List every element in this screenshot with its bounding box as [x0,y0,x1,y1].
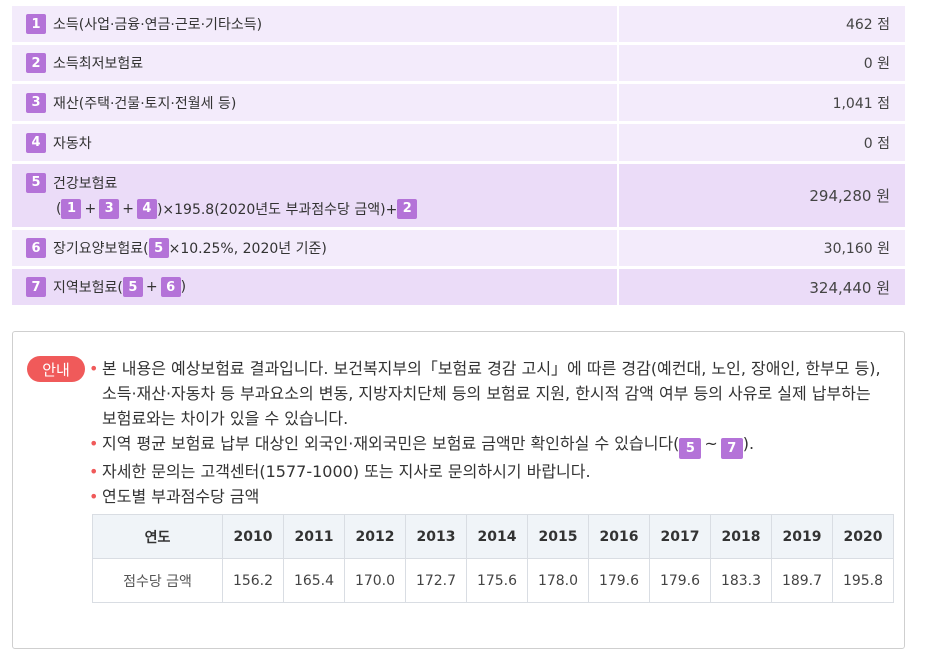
notice-item: • 본 내용은 예상보험료 결과입니다. 보건복지부의「보험료 경감 고시」에 … [89,359,881,428]
number-badge: 4 [136,198,157,219]
number-badge: 1 [61,198,82,219]
health-insurance-formula: ( 1 + 3 + 4 )×195.8(2020년도 부과점수당 금액)+ 2 [26,198,418,219]
row-health-insurance: 5 건강보험료 ( 1 + 3 + 4 )×195.8(2020년도 부과점수당… [12,164,905,230]
row-minimum-premium: 2 소득최저보험료 0 원 [12,45,905,84]
rate-row-label: 점수당 금액 [92,558,223,603]
number-badge: 5 [679,438,702,459]
number-badge: 1 [26,14,46,34]
number-badge: 3 [99,198,120,219]
year-cell: 2013 [405,514,467,559]
regional-premium-value: 324,440 원 [809,278,890,297]
number-badge: 2 [26,53,46,73]
number-badge: 7 [26,277,46,297]
year-cell: 2010 [222,514,284,559]
rate-cell: 189.7 [771,558,833,603]
notice-item: • 지역 평균 보험료 납부 대상인 외국인·재외국민은 보험료 금액만 확인하… [89,431,889,459]
number-badge: 2 [397,198,418,219]
notice-item: • 연도별 부과점수당 금액 [89,487,260,506]
row-label: 1 소득(사업·금융·연금·근로·기타소득) [12,6,619,42]
number-badge: 5 [148,238,169,258]
rate-cell: 165.4 [283,558,345,603]
rate-cell: 175.6 [466,558,528,603]
year-cell: 2018 [710,514,772,559]
long-term-care-label: 장기요양보험료( [53,241,149,257]
notice-item: • 자세한 문의는 고객센터(1577-1000) 또는 지사로 문의하시기 바… [89,462,591,481]
rate-cell: 172.7 [405,558,467,603]
year-cell: 2020 [832,514,894,559]
income-value: 462 점 [845,17,890,33]
rate-cell: 179.6 [588,558,650,603]
number-badge: 4 [26,132,46,153]
minimum-premium-label: 소득최저보험료 [53,56,144,72]
property-label: 재산(주택·건물·토지·전월세 등) [53,95,237,112]
rate-cell: 178.0 [527,558,589,603]
notice-list: • 본 내용은 예상보험료 결과입니다. 보건복지부의「보험료 경감 고시」에 … [89,356,889,509]
premium-calculation-table: 1 소득(사업·금융·연금·근로·기타소득) 462 점 2 소득최저보험료 0… [12,6,905,308]
year-cell: 2012 [344,514,406,559]
rate-cell: 179.6 [649,558,711,603]
year-header-row: 연도 2010 2011 2012 2013 2014 2015 2016 20… [92,514,894,559]
number-badge: 5 [122,277,143,297]
notice-box: 안내 • 본 내용은 예상보험료 결과입니다. 보건복지부의「보험료 경감 고시… [12,331,905,649]
row-income: 1 소득(사업·금융·연금·근로·기타소득) 462 점 [12,6,905,45]
number-badge: 5 [26,172,46,193]
year-header-label: 연도 [92,514,223,559]
notice-badge: 안내 [27,356,85,382]
number-badge: 3 [26,92,46,113]
health-insurance-label: 건강보험료 [53,175,118,192]
long-term-care-value: 30,160 원 [823,241,890,257]
row-regional-premium: 7 지역보험료( 5 + 6 ) 324,440 원 [12,269,905,308]
car-label: 자동차 [53,135,92,152]
rate-row: 점수당 금액 156.2 165.4 170.0 172.7 175.6 178… [92,558,894,603]
rate-cell: 170.0 [344,558,406,603]
number-badge: 7 [720,438,743,459]
row-property: 3 재산(주택·건물·토지·전월세 등) 1,041 점 [12,84,905,124]
health-insurance-value: 294,280 원 [809,187,890,205]
rate-cell: 195.8 [832,558,894,603]
minimum-premium-value: 0 원 [863,56,890,72]
row-car: 4 자동차 0 점 [12,124,905,164]
yearly-rate-table: 연도 2010 2011 2012 2013 2014 2015 2016 20… [92,514,894,603]
regional-premium-label: 지역보험료( [53,280,123,296]
year-cell: 2011 [283,514,345,559]
year-cell: 2015 [527,514,589,559]
row-long-term-care: 6 장기요양보험료( 5 ×10.25%, 2020년 기준) 30,160 원 [12,230,905,269]
year-cell: 2019 [771,514,833,559]
number-badge: 6 [160,277,181,297]
rate-cell: 183.3 [710,558,772,603]
car-value: 0 점 [863,135,890,152]
number-badge: 6 [26,238,46,258]
rate-cell: 156.2 [222,558,284,603]
year-cell: 2014 [466,514,528,559]
property-value: 1,041 점 [832,95,890,112]
income-label: 소득(사업·금융·연금·근로·기타소득) [53,17,263,33]
year-cell: 2017 [649,514,711,559]
year-cell: 2016 [588,514,650,559]
